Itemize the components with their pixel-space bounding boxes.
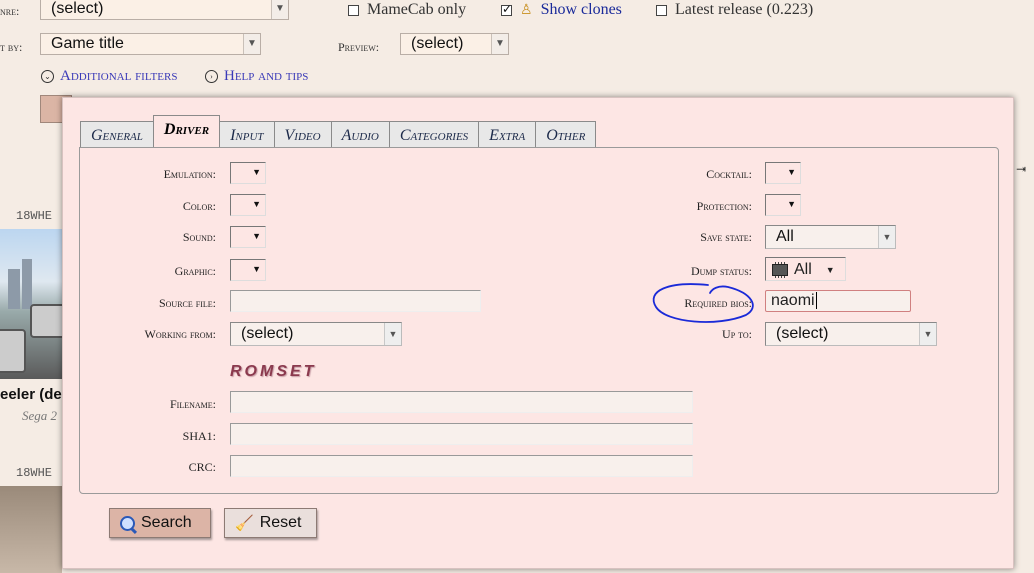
required-bios-value: naomi: [771, 292, 815, 309]
help-and-tips-label: Help and tips: [224, 68, 309, 84]
game-name: 18WHE: [16, 466, 53, 480]
sort-by-value: Game title: [51, 35, 124, 52]
emulation-select[interactable]: [230, 162, 266, 184]
color-select[interactable]: [230, 194, 266, 216]
dump-status-select[interactable]: All ▼: [765, 257, 846, 281]
tab-driver[interactable]: Driver: [152, 115, 221, 147]
driver-panel: Emulation: Color: Sound: Graphic: Source…: [79, 147, 999, 494]
checkbox-box[interactable]: [348, 4, 359, 16]
preview-value: (select): [411, 35, 464, 52]
cocktail-select[interactable]: [765, 162, 801, 184]
chevron-down-icon: ▼: [271, 0, 288, 19]
chevron-down-icon: ▼: [825, 265, 835, 275]
show-clones-label: Show clones: [540, 1, 622, 18]
sha1-label: SHA1:: [182, 429, 216, 443]
color-label: Color:: [182, 199, 216, 213]
sound-select[interactable]: [230, 226, 266, 248]
save-state-label: Save state:: [700, 230, 752, 244]
cocktail-label: Cocktail:: [706, 167, 752, 181]
romset-heading: ROMSET: [230, 363, 317, 380]
checkbox-box-checked[interactable]: [501, 2, 512, 17]
tab-general[interactable]: General: [80, 121, 154, 147]
tab-categories[interactable]: Categories: [388, 121, 480, 147]
game-thumbnail[interactable]: [0, 229, 62, 379]
search-button[interactable]: Search: [109, 508, 211, 538]
sha1-input[interactable]: [230, 423, 693, 445]
text-cursor: [815, 292, 817, 309]
dump-status-value: All: [794, 261, 812, 278]
genre-label: nre:: [0, 4, 20, 18]
expand-circle-icon: ⌄: [41, 70, 54, 83]
tab-bar: General Driver Input Video Audio Categor…: [80, 115, 597, 147]
latest-release-label: Latest release (0.223): [675, 1, 814, 18]
tab-input[interactable]: Input: [219, 121, 275, 147]
additional-filters-label: Additional filters: [60, 68, 178, 84]
latest-release-checkbox[interactable]: Latest release (0.223): [656, 1, 813, 19]
working-from-select[interactable]: (select) ▼: [230, 322, 402, 346]
show-clones-checkbox[interactable]: ♙ Show clones: [501, 1, 622, 19]
chevron-down-icon: ▼: [384, 323, 401, 345]
filename-input[interactable]: [230, 391, 693, 413]
working-from-value: (select): [241, 325, 294, 342]
reset-button-label: Reset: [259, 514, 302, 531]
broom-icon: 🧹: [235, 515, 254, 532]
protection-select[interactable]: [765, 194, 801, 216]
search-dialog: General Driver Input Video Audio Categor…: [62, 97, 1014, 569]
working-from-label: Working from:: [144, 327, 216, 341]
dump-status-label: Dump status:: [690, 264, 752, 278]
crc-input[interactable]: [230, 455, 693, 477]
search-icon: [120, 515, 135, 531]
graphic-label: Graphic:: [174, 264, 216, 278]
genre-select-value: (select): [51, 0, 104, 17]
up-to-value: (select): [776, 325, 829, 342]
source-file-input[interactable]: [230, 290, 481, 312]
game-thumbnail[interactable]: [0, 486, 62, 573]
mamecab-only-label: MameCab only: [367, 1, 467, 18]
up-to-select[interactable]: (select) ▼: [765, 322, 937, 346]
chevron-down-icon: ▼: [919, 323, 936, 345]
additional-filters-link[interactable]: ⌄ Additional filters: [41, 68, 177, 85]
required-bios-input[interactable]: naomi: [765, 290, 911, 312]
chevron-down-icon: ▼: [491, 34, 508, 54]
game-name: 18WHE: [16, 209, 53, 223]
chevron-down-icon: ▼: [878, 226, 895, 248]
tab-extra[interactable]: Extra: [478, 121, 537, 147]
tab-video[interactable]: Video: [273, 121, 332, 147]
expand-circle-icon: ›: [205, 70, 218, 83]
crc-label: CRC:: [188, 460, 216, 474]
reset-button[interactable]: 🧹 Reset: [224, 508, 317, 538]
tab-other[interactable]: Other: [535, 121, 597, 147]
protection-label: Protection:: [696, 199, 752, 213]
up-to-label: Up to:: [722, 327, 752, 341]
genre-select[interactable]: (select) ▼: [40, 0, 289, 20]
tab-audio[interactable]: Audio: [330, 121, 390, 147]
save-state-value: All: [776, 228, 794, 245]
mamecab-only-checkbox[interactable]: MameCab only: [348, 1, 466, 19]
emulation-label: Emulation:: [163, 167, 216, 181]
preview-label: Preview:: [338, 40, 380, 54]
game-manufacturer: Sega 2: [22, 408, 58, 423]
chevron-down-icon: ▼: [243, 34, 260, 54]
filename-label: Filename:: [170, 397, 216, 411]
sound-label: Sound:: [182, 230, 216, 244]
sort-by-select[interactable]: Game title ▼: [40, 33, 261, 55]
graphic-select[interactable]: [230, 259, 266, 281]
preview-select[interactable]: (select) ▼: [400, 33, 509, 55]
help-and-tips-link[interactable]: › Help and tips: [205, 68, 308, 85]
clones-icon: ♙: [520, 2, 533, 18]
game-title[interactable]: eeler (de: [0, 386, 62, 403]
collapse-arrow-icon[interactable]: ⇥: [1016, 162, 1026, 177]
rom-chip-icon: [772, 262, 788, 278]
source-file-label: Source file:: [158, 296, 216, 310]
checkbox-box[interactable]: [656, 4, 667, 16]
annotation-circle: [652, 283, 754, 323]
sort-by-label: t by:: [0, 40, 23, 54]
save-state-select[interactable]: All ▼: [765, 225, 896, 249]
search-button-label: Search: [141, 514, 192, 531]
